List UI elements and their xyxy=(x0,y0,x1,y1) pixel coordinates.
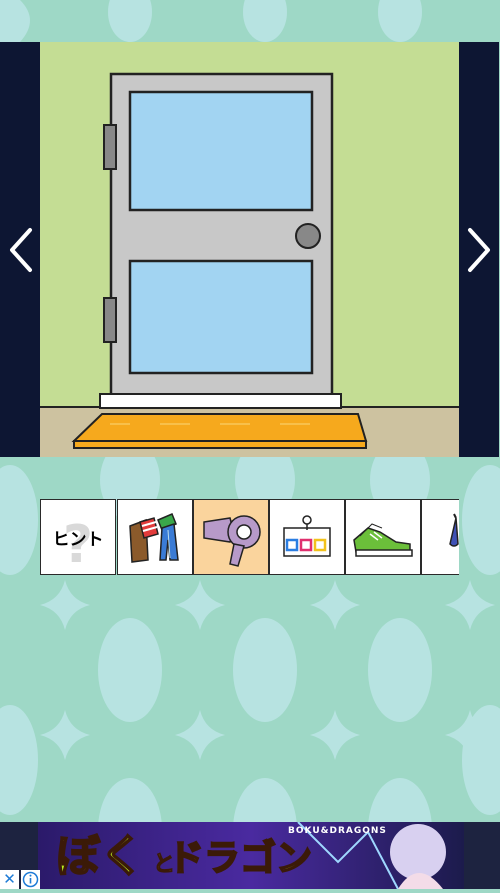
ad-info-button[interactable] xyxy=(21,870,40,889)
inventory-slot-hair-dryer[interactable] xyxy=(193,499,269,575)
hint-label: ヒント xyxy=(52,529,104,550)
door-knob[interactable] xyxy=(295,223,321,249)
ad-title-part3: ドラゴン xyxy=(167,837,313,880)
inventory-slot-sneaker[interactable] xyxy=(345,499,421,575)
ad-banner[interactable]: BOKU&DRAGONS ぼく と ドラゴン xyxy=(38,822,464,889)
door-step xyxy=(99,393,342,409)
sneaker-icon xyxy=(353,523,413,557)
door-hinge-top xyxy=(103,124,117,170)
color-card-icon xyxy=(283,515,331,557)
inventory-bar: ? ヒント xyxy=(40,499,459,575)
inventory-slot-hint[interactable]: ? ヒント xyxy=(40,499,116,575)
clothes-icon xyxy=(129,513,179,563)
chevron-left-icon xyxy=(10,228,32,272)
inventory-slot-clothes[interactable] xyxy=(117,499,193,575)
door-window-top xyxy=(128,90,314,212)
umbrella-icon xyxy=(449,513,459,547)
nav-right-button[interactable] xyxy=(459,42,499,457)
info-icon xyxy=(22,871,39,888)
inventory-slot-color-card[interactable] xyxy=(269,499,345,575)
door-mat[interactable] xyxy=(71,413,368,449)
door-window-bottom xyxy=(128,259,314,375)
ad-title-part1: ぼく xyxy=(55,831,145,883)
close-icon: ✕ xyxy=(3,870,16,888)
room-scene xyxy=(40,42,459,457)
door-hinge-bottom xyxy=(103,297,117,343)
inventory-slot-umbrella[interactable] xyxy=(421,499,459,575)
game-scene[interactable] xyxy=(40,42,459,457)
ad-close-button[interactable]: ✕ xyxy=(0,870,19,889)
hair-dryer-icon xyxy=(203,515,261,567)
chevron-right-icon xyxy=(468,228,490,272)
nav-left-button[interactable] xyxy=(0,42,40,457)
door[interactable] xyxy=(103,72,334,398)
ad-brand-text: BOKU&DRAGONS xyxy=(288,826,387,836)
ad-banner-area: BOKU&DRAGONS ぼく と ドラゴン xyxy=(0,822,500,889)
